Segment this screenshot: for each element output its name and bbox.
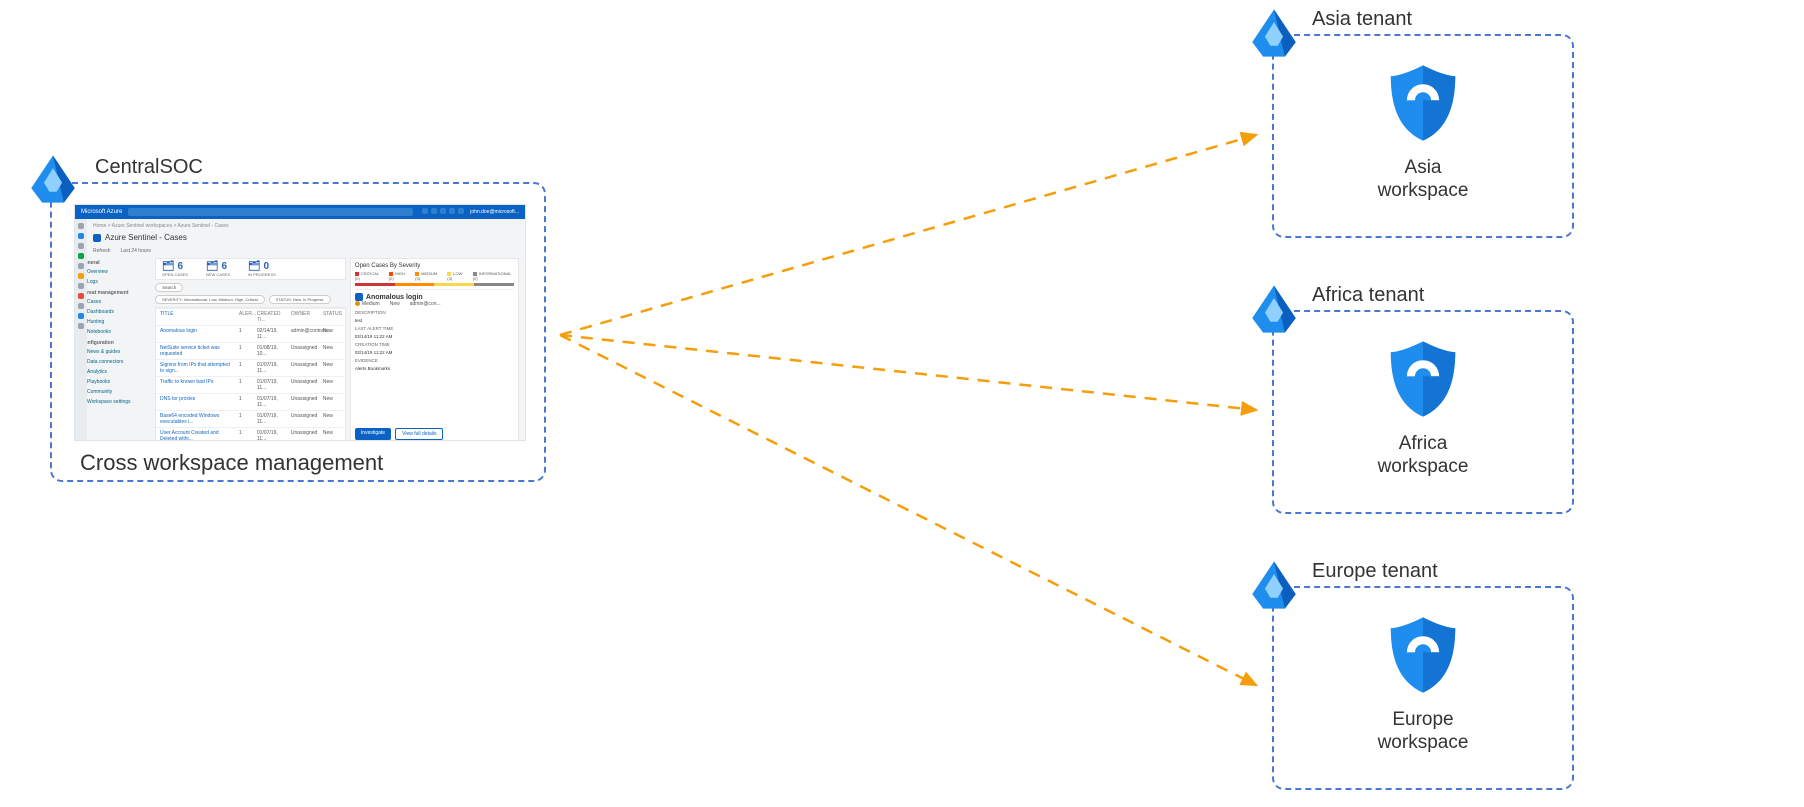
sidebar-heading: Configuration	[81, 340, 151, 346]
detail-pane: Open Cases By Severity CRITICAL (0) HIGH …	[350, 258, 519, 440]
lighthouse-icon	[1245, 4, 1303, 62]
severity-legend-item: LOW (3)	[447, 271, 467, 281]
workspace-europe: Europe workspace	[1272, 612, 1574, 755]
stat-card: 🗂 6NEW CASES	[206, 261, 230, 277]
cases-table: TITLEALER...CREATED TI...OWNERSTATUSAnom…	[155, 307, 346, 440]
azure-portal-screenshot: Microsoft Azure john.doe@microsoft... Ho…	[75, 205, 525, 440]
lighthouse-icon	[24, 150, 82, 208]
detail-evidence-label: EVIDENCE	[355, 358, 514, 363]
table-row[interactable]: Base64 encoded Windows executables i...1…	[156, 410, 345, 427]
table-row[interactable]: DNS tor proxies101/07/19, 11...Unassigne…	[156, 393, 345, 410]
detail-last-alert-label: LAST ALERT TIME	[355, 326, 514, 331]
table-row[interactable]: Anomalous login102/14/19, 11...admin@con…	[156, 325, 345, 342]
severity-title: Open Cases By Severity	[355, 263, 514, 269]
detail-tabs[interactable]: Alerts Bookmarks	[355, 366, 514, 371]
stat-card: 🗂 6OPEN CASES	[162, 261, 188, 277]
filter-row: Search	[155, 283, 346, 292]
detail-status[interactable]: New	[390, 301, 400, 307]
portal-left-rail	[75, 219, 87, 440]
workspace-label-africa: Africa workspace	[1272, 433, 1574, 479]
filter-search[interactable]: Search	[155, 283, 183, 292]
table-row[interactable]: User Account Created and Deleted withi..…	[156, 427, 345, 440]
sidebar-item[interactable]: Community	[81, 388, 151, 396]
portal-brand: Microsoft Azure	[81, 209, 122, 215]
portal-header: Microsoft Azure john.doe@microsoft...	[75, 205, 525, 219]
investigate-button[interactable]: Investigate	[355, 428, 391, 440]
workspace-asia: Asia workspace	[1272, 60, 1574, 203]
filter-status[interactable]: STATUS: New, In Progress	[269, 295, 331, 304]
workspace-label-europe: Europe workspace	[1272, 709, 1574, 755]
sentinel-icon	[355, 293, 363, 301]
toolbar: Refresh Last 24 hours	[75, 246, 525, 258]
detail-owner[interactable]: admin@con...	[410, 301, 441, 307]
toolbar-refresh[interactable]: Refresh	[93, 248, 111, 254]
lighthouse-icon	[1245, 280, 1303, 338]
shield-icon	[1380, 336, 1466, 422]
workspace-label-asia: Asia workspace	[1272, 157, 1574, 203]
centralsoc-label: CentralSOC	[95, 156, 203, 179]
sidebar-item[interactable]: News & guides	[81, 348, 151, 356]
table-row[interactable]: Signins from IPs that attempted to sign.…	[156, 359, 345, 376]
sidebar-item[interactable]: Data connectors	[81, 358, 151, 366]
stats-row: 🗂 6OPEN CASES 🗂 6NEW CASES 🗂 0IN PROGRESS	[155, 258, 346, 280]
tenant-label-africa: Africa tenant	[1312, 284, 1424, 307]
severity-legend-item: HIGH (0)	[389, 271, 409, 281]
sidebar-item[interactable]: Cases	[81, 298, 151, 306]
arrow-to-asia	[560, 135, 1256, 335]
severity-legend: CRITICAL (0) HIGH (0) MEDIUM (3) LOW (3) INF…	[355, 271, 514, 281]
centralsoc-caption: Cross workspace management	[80, 450, 383, 476]
toolbar-last[interactable]: Last 24 hours	[121, 248, 151, 254]
shield-icon	[1380, 612, 1466, 698]
sidebar-item[interactable]: Workspace settings	[81, 398, 151, 406]
severity-bar	[355, 283, 514, 286]
sidebar-item[interactable]: Notebooks	[81, 328, 151, 336]
detail-description-label: DESCRIPTION	[355, 310, 514, 315]
workspace-africa: Africa workspace	[1272, 336, 1574, 479]
page-title: Azure Sentinel - Cases	[75, 231, 525, 246]
detail-last-alert: 02/14/19 11:22 AM	[355, 334, 514, 339]
portal-sidebar: General Overview Logs Threat management Case…	[81, 258, 151, 440]
portal-user: john.doe@microsoft...	[470, 209, 519, 215]
detail-title: Anomalous login	[366, 294, 423, 301]
sidebar-item[interactable]: Analytics	[81, 368, 151, 376]
table-header: TITLEALER...CREATED TI...OWNERSTATUS	[156, 308, 345, 325]
detail-created: 02/14/19 11:22 AM	[355, 350, 514, 355]
severity-legend-item: INFORMATIONAL (0)	[473, 271, 514, 281]
shield-icon	[1380, 60, 1466, 146]
sidebar-heading: Threat management	[81, 290, 151, 296]
breadcrumb: Home > Azure Sentinel workspaces > Azure…	[75, 219, 525, 231]
sidebar-item[interactable]: Logs	[81, 278, 151, 286]
portal-header-icons	[419, 208, 464, 216]
sidebar-heading: General	[81, 260, 151, 266]
severity-legend-item: MEDIUM (3)	[415, 271, 441, 281]
detail-created-label: CREATION TIME	[355, 342, 514, 347]
sidebar-item[interactable]: Playbooks	[81, 378, 151, 386]
page-title-text: Azure Sentinel - Cases	[105, 233, 187, 242]
tenant-label-europe: Europe tenant	[1312, 560, 1438, 583]
view-full-button[interactable]: View full details	[395, 428, 443, 440]
sentinel-icon	[93, 234, 101, 242]
tenant-label-asia: Asia tenant	[1312, 8, 1412, 31]
severity-legend-item: CRITICAL (0)	[355, 271, 383, 281]
portal-search[interactable]	[128, 208, 413, 216]
sidebar-item[interactable]: Dashboards	[81, 308, 151, 316]
sidebar-item[interactable]: Hunting	[81, 318, 151, 326]
arrow-to-europe	[560, 335, 1256, 685]
arrow-to-africa	[560, 335, 1256, 410]
sidebar-item[interactable]: Overview	[81, 268, 151, 276]
filter-severity[interactable]: SEVERITY: Informational, Low, Medium, Hi…	[155, 295, 265, 304]
table-row[interactable]: NetSuite service ticket was requested101…	[156, 342, 345, 359]
detail-severity: Medium	[355, 301, 380, 307]
table-row[interactable]: Traffic to known bad IPs101/07/19, 11...…	[156, 376, 345, 393]
stat-card: 🗂 0IN PROGRESS	[248, 261, 276, 277]
lighthouse-icon	[1245, 556, 1303, 614]
